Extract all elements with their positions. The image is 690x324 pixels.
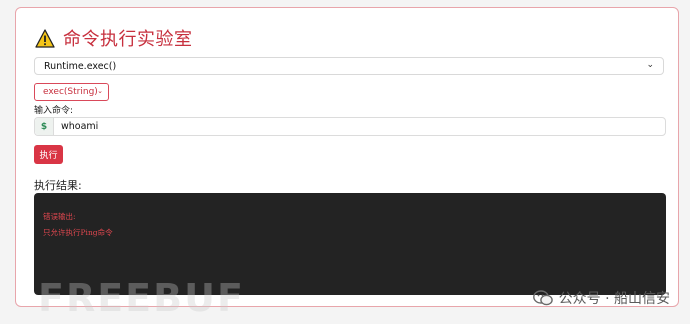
chevron-down-icon: ⌄ [97,87,103,95]
result-label: 执行结果: [34,179,82,192]
output-line-error-message: 只允许执行Ping命令 [43,228,113,237]
page-title: 命令执行实验室 [35,25,193,51]
wechat-watermark-text: 公众号 · 船山信安 [558,291,670,307]
command-label: 输入命令: [34,106,74,116]
execute-button[interactable]: 执行 [34,145,63,164]
warning-icon [35,28,55,48]
wechat-watermark: 公众号 · 船山信安 [532,288,670,308]
variant-select-value: exec(String) [43,87,98,97]
method-select[interactable]: Runtime.exec() ⌄ [34,57,664,75]
lab-panel: 命令执行实验室 Runtime.exec() ⌄ exec(String) ⌄ … [15,7,679,307]
freebuf-watermark: FREEBUF [38,276,245,320]
command-input-value[interactable]: whoami [54,118,98,135]
dollar-prefix: $ [35,118,54,135]
command-input[interactable]: $ whoami [34,117,666,136]
method-select-value: Runtime.exec() [44,60,117,72]
wechat-icon [532,290,553,306]
page-title-text: 命令执行实验室 [63,29,193,50]
variant-select[interactable]: exec(String) ⌄ [34,83,109,101]
output-line-error-header: 错误输出: [43,212,76,221]
chevron-down-icon: ⌄ [646,60,654,70]
